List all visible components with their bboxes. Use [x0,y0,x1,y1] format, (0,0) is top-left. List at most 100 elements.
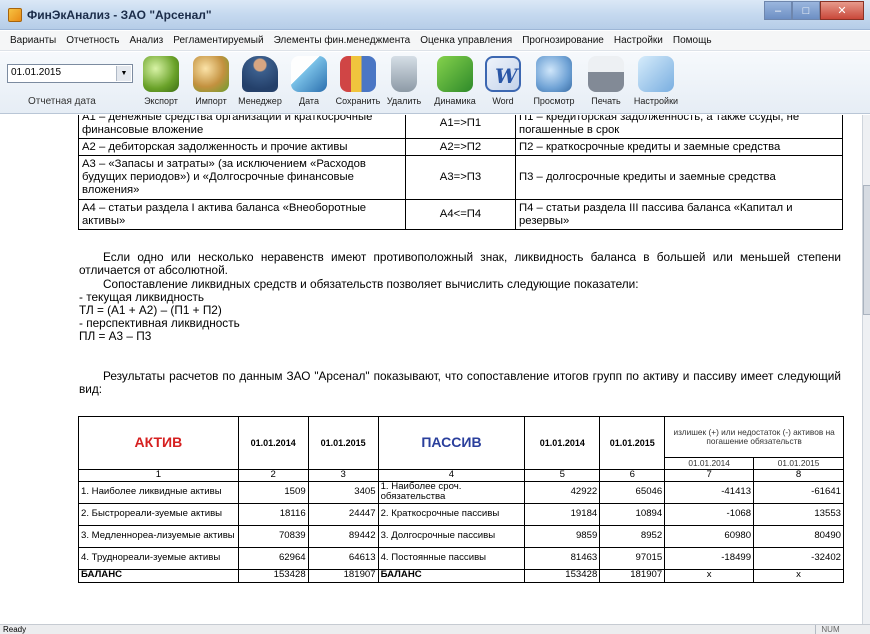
asset-value: 62964 [237,546,309,570]
subheader-date: 01.01.2015 [753,457,844,470]
column-number: 4 [377,468,526,482]
liability-group-cell: П2 – краткосрочные кредиты и заемные сре… [515,138,843,156]
surplus-value: -41413 [664,480,755,504]
liability-name: 2. Краткосрочные пассивы [377,502,526,526]
liquidity-ratio-table: А1 – денежные средства организации и кра… [78,115,843,230]
surplus-value: -61641 [753,480,844,504]
liability-value: 10894 [599,502,666,526]
table-header-row: АКТИВ 01.01.2014 01.01.2015 ПАССИВ 01.01… [78,416,844,470]
status-text: Ready [3,625,27,634]
liability-group-cell: П3 – долгосрочные кредиты и заемные сред… [515,155,843,200]
asset-group-cell: А3 – «Запасы и затраты» (за исключением … [78,155,406,200]
asset-value: 64613 [307,546,379,570]
import-icon [193,56,229,92]
save-icon [340,56,376,92]
column-number: 6 [599,468,666,482]
asset-value: 70839 [237,524,309,548]
column-number: 7 [664,468,755,482]
surplus-total-value: х [664,568,755,583]
asset-name: 4. Труднореали-зуемые активы [78,546,239,570]
table-row: А1 – денежные средства организации и кра… [78,115,843,139]
table-row: А4 – статьи раздела I актива баланса «Вн… [78,199,843,230]
liability-name: 4. Постоянные пассивы [377,546,526,570]
delete-icon [391,56,417,92]
print-icon [588,56,624,92]
header-date: 01.01.2014 [524,416,601,470]
header-date: 01.01.2014 [237,416,309,470]
asset-value: 89442 [307,524,379,548]
ratio-cell: А2=>П2 [405,138,516,156]
scrollbar-thumb[interactable] [863,185,870,315]
liability-group-cell: П4 – статьи раздела III пассива баланса … [515,199,843,230]
asset-value: 1509 [237,480,309,504]
toolbar: 01.01.2015 ▼ Отчетная дата Экспорт Импор… [0,52,870,114]
liability-total-value: 181907 [599,568,666,583]
close-button[interactable]: ✕ [820,1,864,20]
menu-fin-management[interactable]: Элементы фин.менеджмента [269,35,416,46]
date-icon [291,56,327,92]
menu-forecasting[interactable]: Прогнозирование [517,35,609,46]
surplus-value: -18499 [664,546,755,570]
chevron-down-icon[interactable]: ▼ [116,66,131,81]
menu-bar: Варианты Отчетность Анализ Регламентируе… [0,31,870,51]
asset-value: 3405 [307,480,379,504]
menu-analysis[interactable]: Анализ [125,35,169,46]
table-row: А3 – «Запасы и затраты» (за исключением … [78,155,843,200]
list-item: - перспективная ликвидность [79,316,240,330]
status-bar: Ready NUM [0,624,870,634]
menu-settings[interactable]: Настройки [609,35,668,46]
export-icon [143,56,179,92]
paragraph: Если одно или несколько неравенств имеют… [79,250,841,278]
title-bar: ФинЭкАнализ - ЗАО "Арсенал" – □ ✕ [0,0,870,30]
ratio-cell: А1=>П1 [405,115,516,139]
subheader-date: 01.01.2014 [664,457,755,470]
report-date-value: 01.01.2015 [11,67,62,78]
liability-value: 65046 [599,480,666,504]
settings-label: Настройки [633,96,679,106]
ratio-cell: А3=>П3 [405,155,516,200]
asset-total-label: БАЛАНС [78,568,239,583]
liability-value: 19184 [524,502,601,526]
menu-help[interactable]: Помощь [668,35,717,46]
column-number: 1 [78,468,239,482]
settings-button[interactable]: Настройки [629,54,683,112]
document-view: А1 – денежные средства организации и кра… [0,115,862,624]
header-surplus-note: излишек (+) или недостаток (-) активов н… [664,416,844,458]
liability-value: 9859 [524,524,601,548]
liability-value: 42922 [524,480,601,504]
formula: ПЛ = А3 – П3 [79,329,152,343]
column-number: 3 [307,468,379,482]
surplus-value: 60980 [664,524,755,548]
balance-liquidity-table: АКТИВ 01.01.2014 01.01.2015 ПАССИВ 01.01… [78,416,844,583]
column-number: 5 [524,468,601,482]
table-row: 3. Медленнорea-лизуемые активы 70839 894… [78,524,844,548]
surplus-value: -1068 [664,502,755,526]
table-row: А2 – дебиторская задолженность и прочие … [78,138,843,156]
column-number: 8 [753,468,844,482]
menu-variants[interactable]: Варианты [5,35,61,46]
surplus-value: 80490 [753,524,844,548]
preview-icon [536,56,572,92]
asset-name: 2. Быстрореали-зуемые активы [78,502,239,526]
asset-group-cell: А2 – дебиторская задолженность и прочие … [78,138,406,156]
settings-icon [638,56,674,92]
maximize-button[interactable]: □ [792,1,820,20]
minimize-button[interactable]: – [764,1,792,20]
asset-total-value: 181907 [307,568,379,583]
asset-name: 1. Наиболее ликвидные активы [78,480,239,504]
asset-group-cell: А1 – денежные средства организации и кра… [78,115,406,139]
num-lock-indicator: NUM [815,625,845,634]
asset-value: 18116 [237,502,309,526]
menu-management-assessment[interactable]: Оценка управления [415,35,517,46]
paragraph: Результаты расчетов по данным ЗАО "Арсен… [79,369,841,397]
table-row: 2. Быстрореали-зуемые активы 18116 24447… [78,502,844,526]
report-date-select[interactable]: 01.01.2015 ▼ [7,64,133,83]
menu-regulated[interactable]: Регламентируемый [168,35,268,46]
menu-reporting[interactable]: Отчетность [61,35,124,46]
liability-value: 81463 [524,546,601,570]
liability-name: 3. Долгосрочные пассивы [377,524,526,548]
vertical-scrollbar[interactable] [862,115,870,624]
table-total-row: БАЛАНС 153428 181907 БАЛАНС 153428 18190… [78,568,844,583]
surplus-value: -32402 [753,546,844,570]
dynamics-icon [437,56,473,92]
